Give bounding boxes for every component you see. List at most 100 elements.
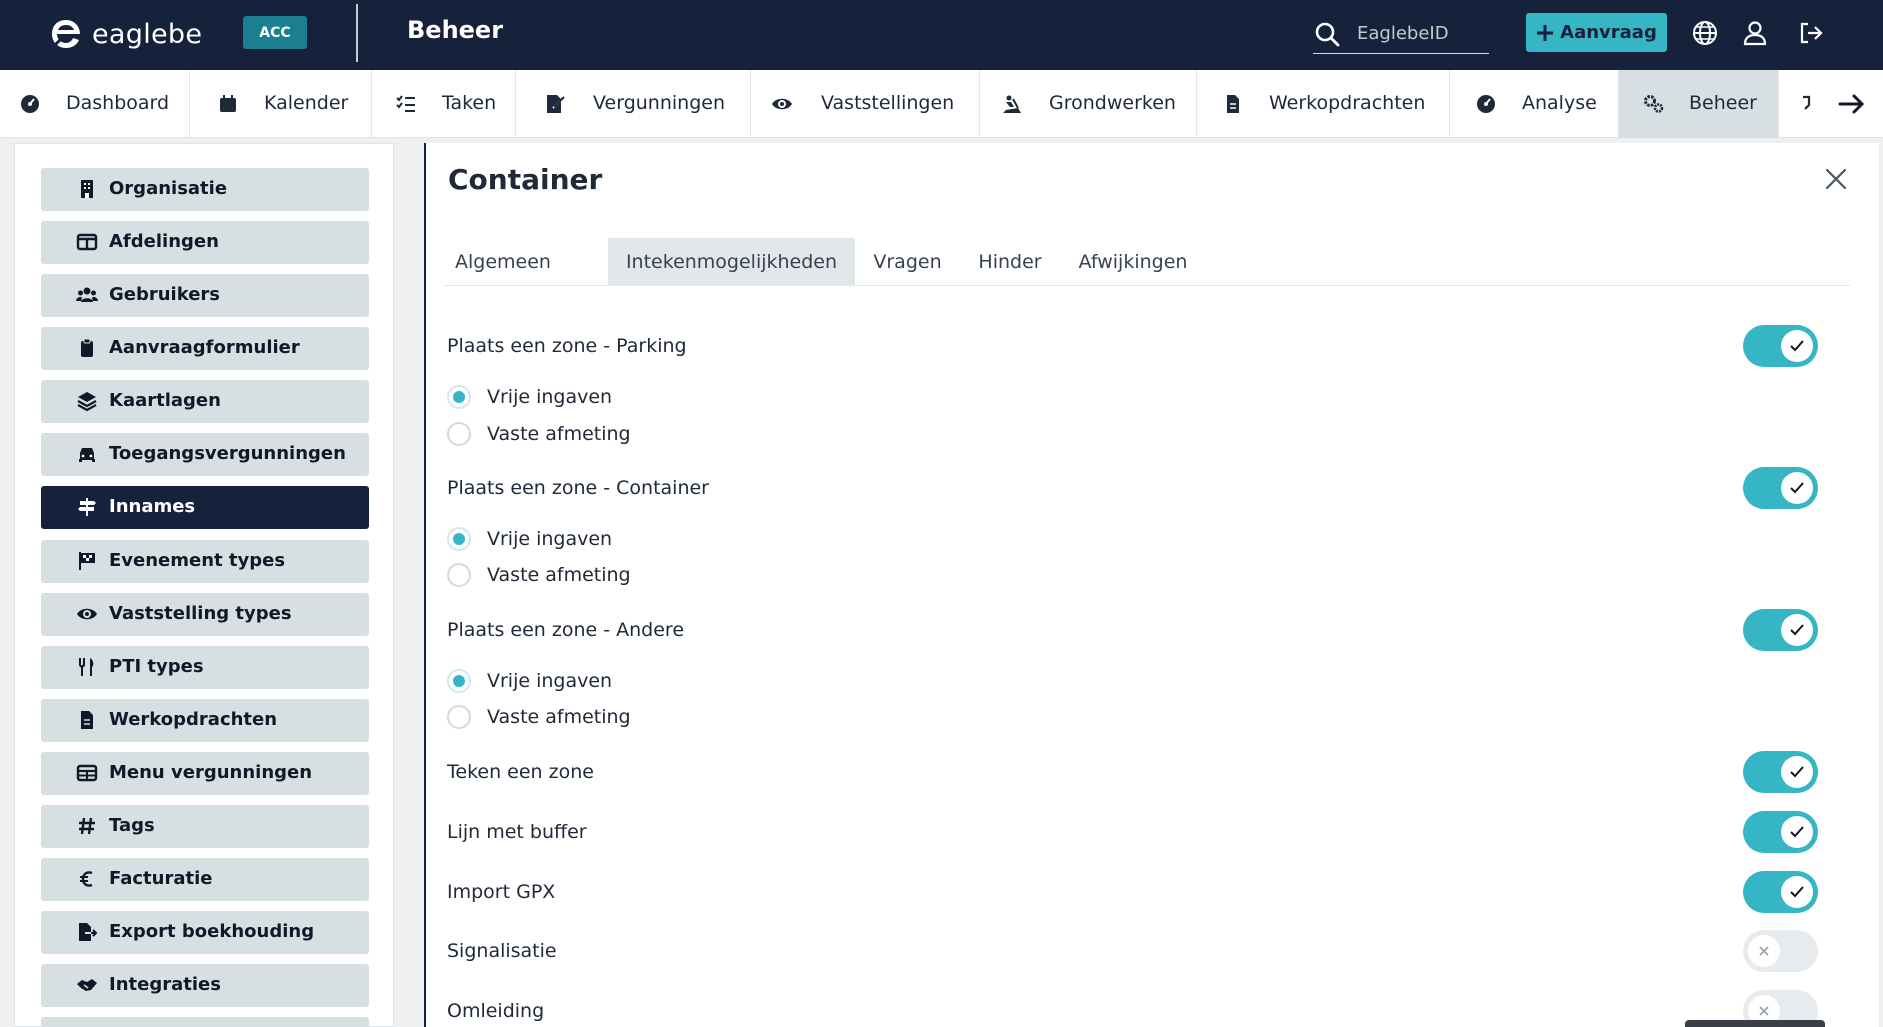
sidebar-item-toegangsvergunningen[interactable]: Toegangsvergunningen [41, 433, 369, 476]
logout-icon [1800, 22, 1823, 44]
file-export-icon [79, 923, 98, 941]
sidebar-item-aanvraagformulier[interactable]: Aanvraagformulier [41, 327, 369, 370]
logo[interactable]: eaglebe [48, 16, 202, 52]
nav-beheer[interactable]: Beheer [1619, 70, 1779, 138]
import-gpx-toggle[interactable] [1743, 871, 1818, 913]
nav-scroll-right-arrow-icon[interactable] [1836, 88, 1868, 120]
radio-button[interactable] [447, 385, 471, 409]
sidebar-item-organisatie[interactable]: Organisatie [41, 168, 369, 211]
gears-icon [1644, 95, 1664, 113]
sidebar-item-afdelingen[interactable]: Afdelingen [41, 221, 369, 264]
sidebar-item-label: Werkopdrachten [109, 709, 278, 730]
toggle-knob [1781, 756, 1813, 788]
tab-intekenmogelijkheden[interactable]: Intekenmogelijkheden [608, 238, 855, 286]
nav-dashboard[interactable]: Dashboard [0, 70, 190, 138]
sidebar-item-kaartlagen[interactable]: Kaartlagen [41, 380, 369, 423]
nav-analyse[interactable]: Analyse [1450, 70, 1619, 138]
radio-button[interactable] [447, 669, 471, 693]
radio-button[interactable] [447, 563, 471, 587]
teken-zone-toggle[interactable] [1743, 751, 1818, 793]
sidebar-item-partial[interactable] [41, 1017, 369, 1027]
zone-container-option-vrije[interactable]: Vrije ingaven [447, 526, 612, 552]
logo-text: eaglebe [92, 18, 203, 50]
sidebar-item-pti-types[interactable]: PTI types [41, 646, 369, 689]
document-icon [1227, 95, 1239, 113]
sidebar-item-label: Export boekhouding [109, 921, 315, 942]
toggle-knob [1781, 876, 1813, 908]
zone-andere-label: Plaats een zone - Andere [447, 619, 685, 641]
logout-button[interactable] [1796, 18, 1826, 48]
zone-container-option-vaste[interactable]: Vaste afmeting [447, 562, 631, 588]
close-icon[interactable] [1822, 165, 1850, 193]
radio-button[interactable] [447, 422, 471, 446]
sidebar-item-innames[interactable]: Innames [41, 486, 369, 529]
toggle-knob [1781, 330, 1813, 362]
sidebar-item-vaststelling-types[interactable]: Vaststelling types [41, 593, 369, 636]
eye-icon [772, 98, 792, 110]
sidebar-item-gebruikers[interactable]: Gebruikers [41, 274, 369, 317]
zone-andere-option-vaste[interactable]: Vaste afmeting [447, 704, 631, 730]
floating-widget-edge[interactable] [1685, 1020, 1825, 1027]
eye-icon [77, 608, 97, 620]
search-icon[interactable] [1313, 20, 1341, 48]
nav-kalender[interactable]: Kalender [190, 70, 372, 138]
sidebar-item-label: Vaststelling types [109, 603, 292, 624]
divider [356, 4, 358, 62]
calendar-icon [220, 95, 236, 112]
tab-algemeen[interactable]: Algemeen [444, 238, 562, 286]
nav-vergunningen[interactable]: Vergunningen [516, 70, 751, 138]
partial-icon [1803, 95, 1811, 110]
tab-vragen[interactable]: Vragen [855, 238, 960, 286]
zone-parking-option-vaste[interactable]: Vaste afmeting [447, 421, 631, 447]
radio-label: Vaste afmeting [487, 423, 631, 445]
file-icon [81, 711, 93, 729]
zone-andere-option-vrije[interactable]: Vrije ingaven [447, 668, 612, 694]
nav-vaststellingen[interactable]: Vaststellingen [751, 70, 980, 138]
sidebar-item-label: Evenement types [109, 550, 286, 571]
search-box [1313, 14, 1489, 54]
x-icon [1759, 1006, 1769, 1016]
sidebar-item-facturatie[interactable]: Facturatie [41, 858, 369, 901]
zone-andere-toggle[interactable] [1743, 609, 1818, 651]
sidebar-item-tags[interactable]: Tags [41, 805, 369, 848]
omleiding-label: Omleiding [447, 1000, 545, 1022]
nav-werkopdrachten[interactable]: Werkopdrachten [1197, 70, 1450, 138]
nav-label: Analyse [1522, 92, 1597, 114]
language-button[interactable] [1690, 18, 1720, 48]
tab-afwijkingen[interactable]: Afwijkingen [1060, 238, 1206, 286]
main-navigation: Dashboard Kalender Taken Vergunningen Va… [0, 70, 1883, 138]
sidebar-item-label: Integraties [109, 974, 221, 995]
signalisatie-toggle[interactable] [1743, 930, 1818, 972]
sidebar-item-werkopdrachten[interactable]: Werkopdrachten [41, 699, 369, 742]
radio-button[interactable] [447, 527, 471, 551]
signpost-icon [78, 498, 96, 516]
radio-label: Vaste afmeting [487, 706, 631, 728]
sidebar-item-integraties[interactable]: Integraties [41, 964, 369, 1007]
nav-overflow-item[interactable] [1779, 70, 1829, 138]
radio-label: Vaste afmeting [487, 564, 631, 586]
clipboard-icon [81, 338, 93, 357]
nav-label: Dashboard [66, 92, 170, 114]
sidebar-item-menu-vergunningen[interactable]: Menu vergunningen [41, 752, 369, 795]
zone-parking-toggle[interactable] [1743, 325, 1818, 367]
new-request-button[interactable]: Aanvraag [1526, 13, 1667, 52]
nav-label: Beheer [1689, 92, 1757, 114]
nav-grondwerken[interactable]: Grondwerken [980, 70, 1197, 138]
zone-parking-option-vrije[interactable]: Vrije ingaven [447, 384, 612, 410]
nav-taken[interactable]: Taken [372, 70, 516, 138]
lijn-buffer-toggle[interactable] [1743, 811, 1818, 853]
tab-hinder[interactable]: Hinder [960, 238, 1060, 286]
profile-button[interactable] [1740, 18, 1770, 48]
search-input[interactable] [1357, 23, 1477, 44]
euro-icon [80, 871, 93, 887]
sidebar-item-export-boekhouding[interactable]: Export boekhouding [41, 911, 369, 954]
nav-label: Vergunningen [593, 92, 725, 114]
sidebar-item-label: Kaartlagen [109, 390, 221, 411]
environment-badge: ACC [243, 16, 307, 49]
radio-button[interactable] [447, 705, 471, 729]
car-icon [79, 448, 95, 462]
sidebar-item-evenement-types[interactable]: Evenement types [41, 540, 369, 583]
zone-container-toggle[interactable] [1743, 467, 1818, 509]
toggle-knob [1781, 614, 1813, 646]
dashboard-icon [21, 95, 39, 113]
